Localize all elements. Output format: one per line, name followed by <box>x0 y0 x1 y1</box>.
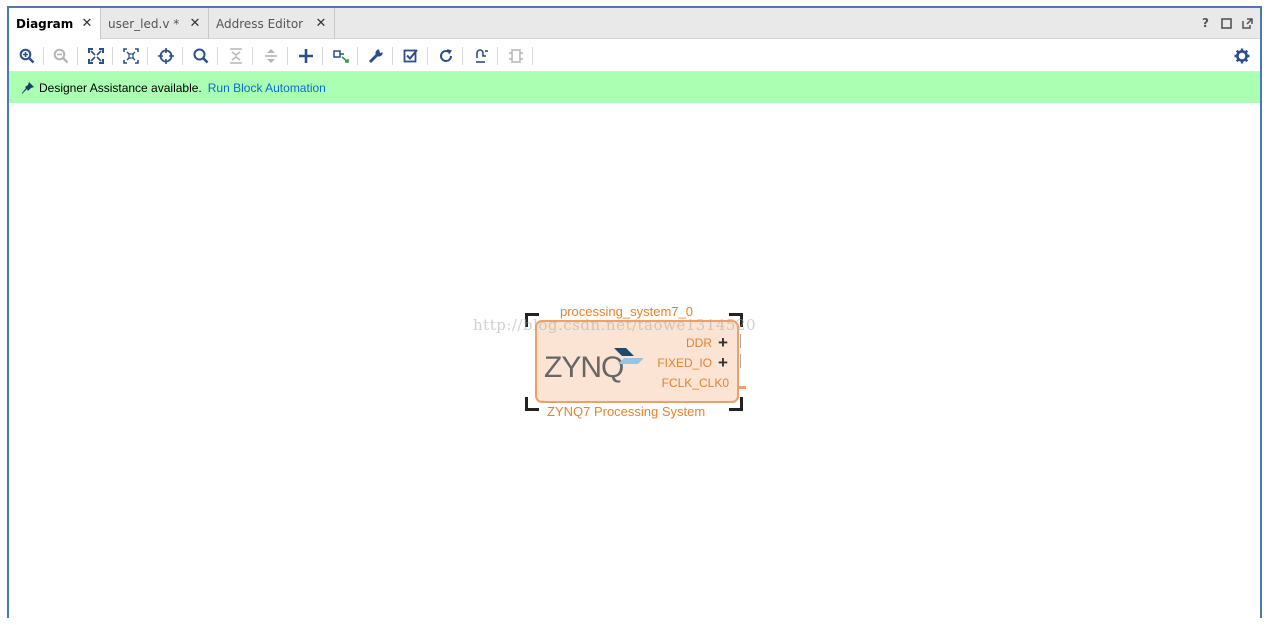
maximize-icon[interactable] <box>1220 16 1233 30</box>
port-ddr[interactable]: DDR + <box>686 334 729 351</box>
float-window-icon[interactable] <box>1241 16 1254 30</box>
regenerate-layout-icon[interactable] <box>435 45 457 67</box>
search-icon[interactable] <box>190 45 212 67</box>
block-design-window: Diagram ✕ user_led.v * ✕ Address Editor … <box>7 6 1262 618</box>
watermark: http://blog.csdn.net/taowe1314520 <box>473 316 757 334</box>
tab-address-editor[interactable]: Address Editor ✕ <box>209 8 335 39</box>
tab-label: Diagram <box>16 17 74 31</box>
designer-assistance-banner: Designer Assistance available. Run Block… <box>9 72 1260 103</box>
collapse-all-icon[interactable] <box>225 45 247 67</box>
validate-design-icon[interactable] <box>400 45 422 67</box>
disabled-module-icon[interactable] <box>505 45 527 67</box>
help-icon[interactable]: ? <box>1199 16 1212 30</box>
auto-connect-icon[interactable] <box>155 45 177 67</box>
block-subtitle: ZYNQ7 Processing System <box>547 404 706 419</box>
fit-selection-icon[interactable] <box>120 45 142 67</box>
pin-icon <box>22 81 34 94</box>
expand-all-icon[interactable] <box>260 45 282 67</box>
tab-bar: Diagram ✕ user_led.v * ✕ Address Editor … <box>9 8 1260 40</box>
port-label: DDR <box>686 336 712 350</box>
port-bus-connector <box>740 354 744 368</box>
window-controls: ? <box>1199 16 1254 30</box>
settings-gear-icon[interactable] <box>1231 45 1253 67</box>
zynq-logo-text: ZYNQ <box>544 351 624 384</box>
close-icon[interactable]: ✕ <box>314 16 328 31</box>
port-bus-connector <box>740 334 744 348</box>
expand-plus-icon[interactable]: + <box>717 354 729 371</box>
close-icon[interactable]: ✕ <box>80 17 94 31</box>
diagram-toolbar <box>9 39 1260 72</box>
diagram-canvas[interactable]: processing_system7_0 ZYNQ DDR + FIXED_IO… <box>9 103 1260 618</box>
tab-user-led[interactable]: user_led.v * ✕ <box>101 8 209 39</box>
create-port-icon[interactable] <box>470 45 492 67</box>
make-connection-icon[interactable] <box>330 45 352 67</box>
port-label: FCLK_CLK0 <box>661 376 729 390</box>
properties-wrench-icon[interactable] <box>365 45 387 67</box>
zoom-out-icon[interactable] <box>50 45 72 67</box>
tab-diagram[interactable]: Diagram ✕ <box>9 8 101 40</box>
port-fclk-clk0[interactable]: FCLK_CLK0 <box>662 376 729 390</box>
add-ip-icon[interactable] <box>295 45 317 67</box>
close-icon[interactable]: ✕ <box>188 16 202 31</box>
expand-plus-icon[interactable]: + <box>717 334 729 351</box>
fit-view-icon[interactable] <box>85 45 107 67</box>
assistance-message: Designer Assistance available. <box>39 80 202 95</box>
run-block-automation-link[interactable]: Run Block Automation <box>208 81 326 95</box>
port-clock-connector[interactable] <box>737 386 746 389</box>
tab-label: user_led.v * <box>108 16 180 31</box>
port-fixed-io[interactable]: FIXED_IO + <box>657 354 729 371</box>
port-label: FIXED_IO <box>657 356 712 370</box>
zynq-logo-icon <box>614 348 644 364</box>
zoom-in-icon[interactable] <box>16 45 38 67</box>
tab-label: Address Editor <box>216 16 304 31</box>
